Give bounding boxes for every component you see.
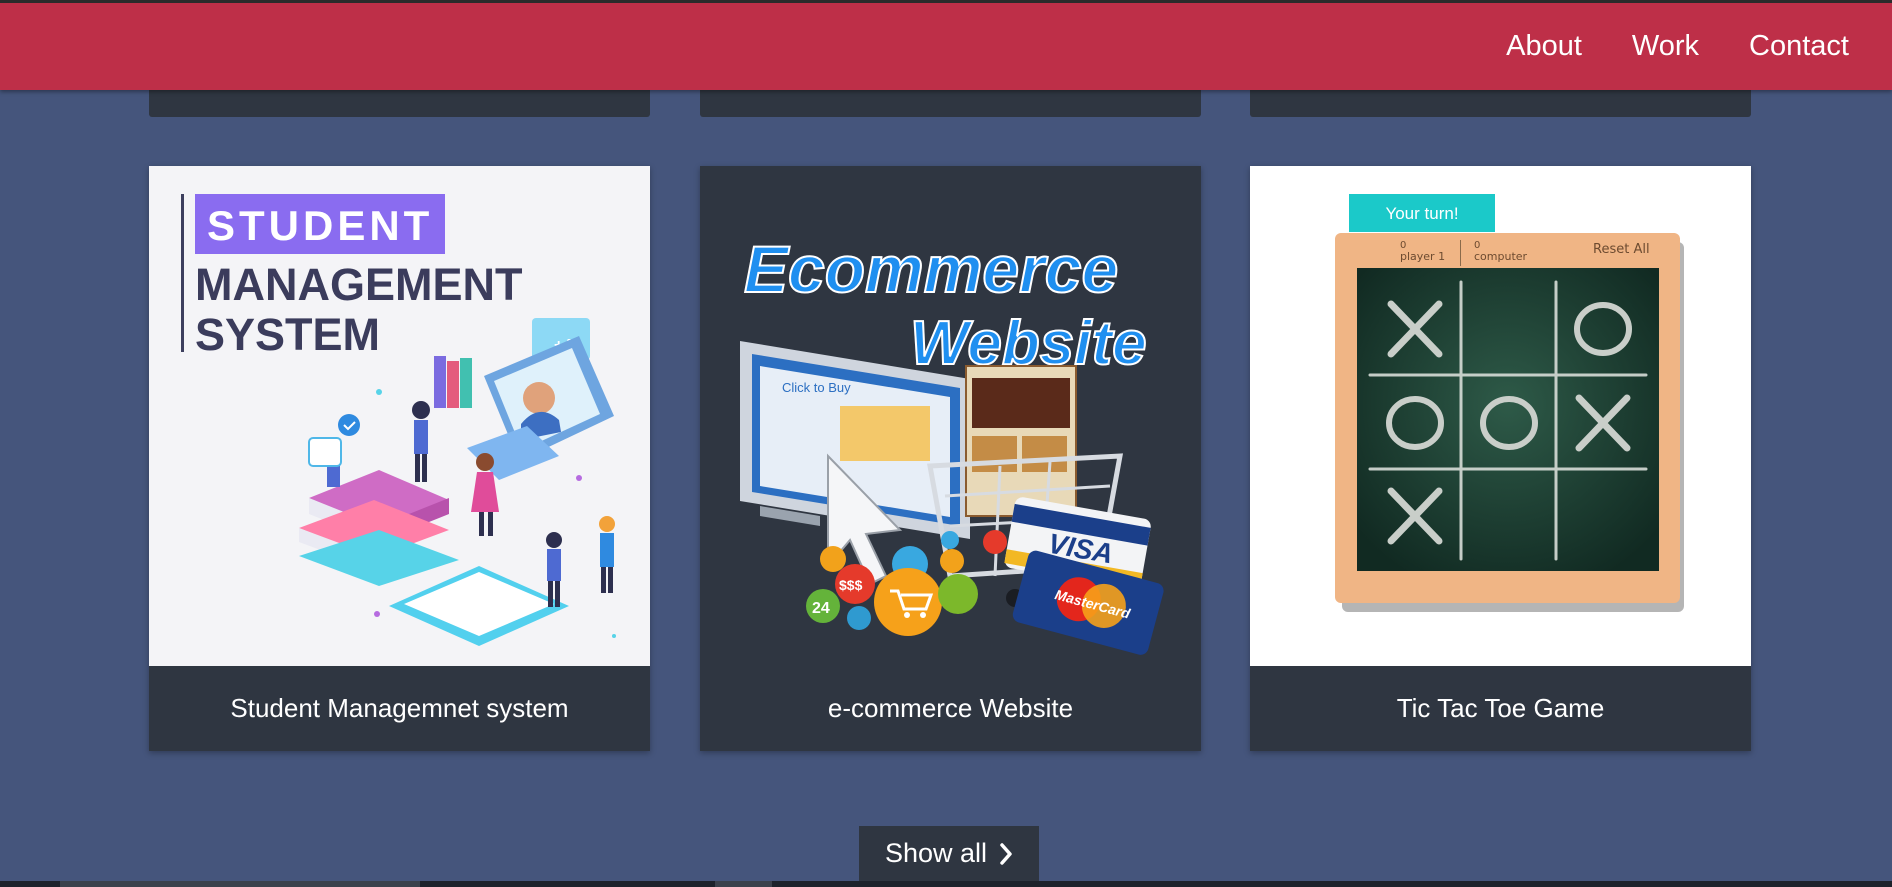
thumb-line1-text: MANAGEMENT bbox=[195, 259, 522, 310]
turn-status-text: Your turn! bbox=[1385, 204, 1458, 223]
taskbar-item[interactable] bbox=[715, 881, 772, 887]
chevron-right-icon bbox=[1000, 842, 1012, 865]
player-label-text: player 1 bbox=[1400, 250, 1445, 263]
project-card-tic-tac-toe[interactable]: Your turn! 0 player 1 0 computer Reset A… bbox=[1250, 166, 1751, 751]
tic-tac-toe-thumbnail: Your turn! 0 player 1 0 computer Reset A… bbox=[1250, 166, 1751, 666]
taskbar-strip bbox=[0, 881, 1892, 887]
computer-label-text: computer bbox=[1474, 250, 1528, 263]
shopping-cart-illustration: Ecommerce Website Click to Buy VISA Mast… bbox=[700, 166, 1201, 666]
taskbar-item[interactable] bbox=[60, 881, 420, 887]
nav-about-link[interactable]: About bbox=[1506, 29, 1582, 63]
nav-links: About Work Contact bbox=[1506, 29, 1849, 63]
thumb-line2-text: SYSTEM bbox=[195, 309, 380, 360]
project-title: Student Managemnet system bbox=[230, 693, 569, 723]
screen-logo-text: Click to Buy bbox=[782, 380, 851, 395]
project-title: e-commerce Website bbox=[827, 693, 1074, 723]
ecommerce-thumbnail: Ecommerce Website Click to Buy VISA Mast… bbox=[700, 166, 1201, 666]
tic-tac-toe-board-illustration: Your turn! 0 player 1 0 computer Reset A… bbox=[1250, 166, 1751, 666]
nav-work-link[interactable]: Work bbox=[1632, 29, 1699, 63]
students-studying-illustration: STUDENT MANAGEMENT SYSTEM +A bbox=[149, 166, 650, 666]
project-title: Tic Tac Toe Game bbox=[1396, 693, 1605, 723]
student-management-thumbnail: STUDENT MANAGEMENT SYSTEM +A bbox=[149, 166, 650, 666]
thumb-tag-text: STUDENT bbox=[207, 202, 433, 249]
project-card-ecommerce[interactable]: Ecommerce Website Click to Buy VISA Mast… bbox=[700, 166, 1201, 751]
navbar: About Work Contact bbox=[0, 0, 1892, 90]
thumb-line1-text: Ecommerce bbox=[744, 232, 1118, 306]
reset-all-button[interactable]: Reset All bbox=[1593, 242, 1650, 257]
price-badge-text: $$$ bbox=[839, 577, 863, 593]
support-badge-text: 24 bbox=[812, 600, 830, 617]
project-card-student-management[interactable]: STUDENT MANAGEMENT SYSTEM +A bbox=[149, 166, 650, 751]
nav-contact-link[interactable]: Contact bbox=[1749, 29, 1849, 63]
show-all-label: Show all bbox=[884, 838, 988, 868]
show-all-button[interactable]: Show all bbox=[859, 826, 1039, 887]
